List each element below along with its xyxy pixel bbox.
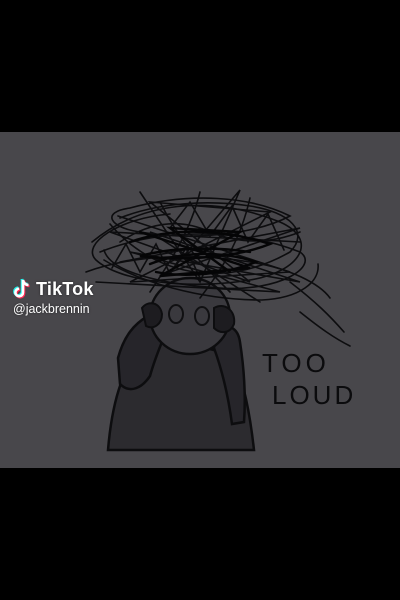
- tiktok-note-icon: [12, 278, 32, 300]
- tiktok-brand-row: TikTok: [12, 278, 94, 300]
- tiktok-brand-label: TikTok: [36, 278, 94, 299]
- figure-right-hand: [213, 305, 236, 334]
- caption-loud: LOUD: [272, 380, 356, 410]
- video-frame: TOO LOUD TikTok @jackbrennin: [0, 0, 400, 600]
- creator-handle: @jackbrennin: [13, 302, 90, 316]
- figure-left-hand: [140, 302, 164, 329]
- caption-too: TOO: [262, 348, 330, 378]
- tiktok-watermark: TikTok @jackbrennin: [12, 278, 94, 317]
